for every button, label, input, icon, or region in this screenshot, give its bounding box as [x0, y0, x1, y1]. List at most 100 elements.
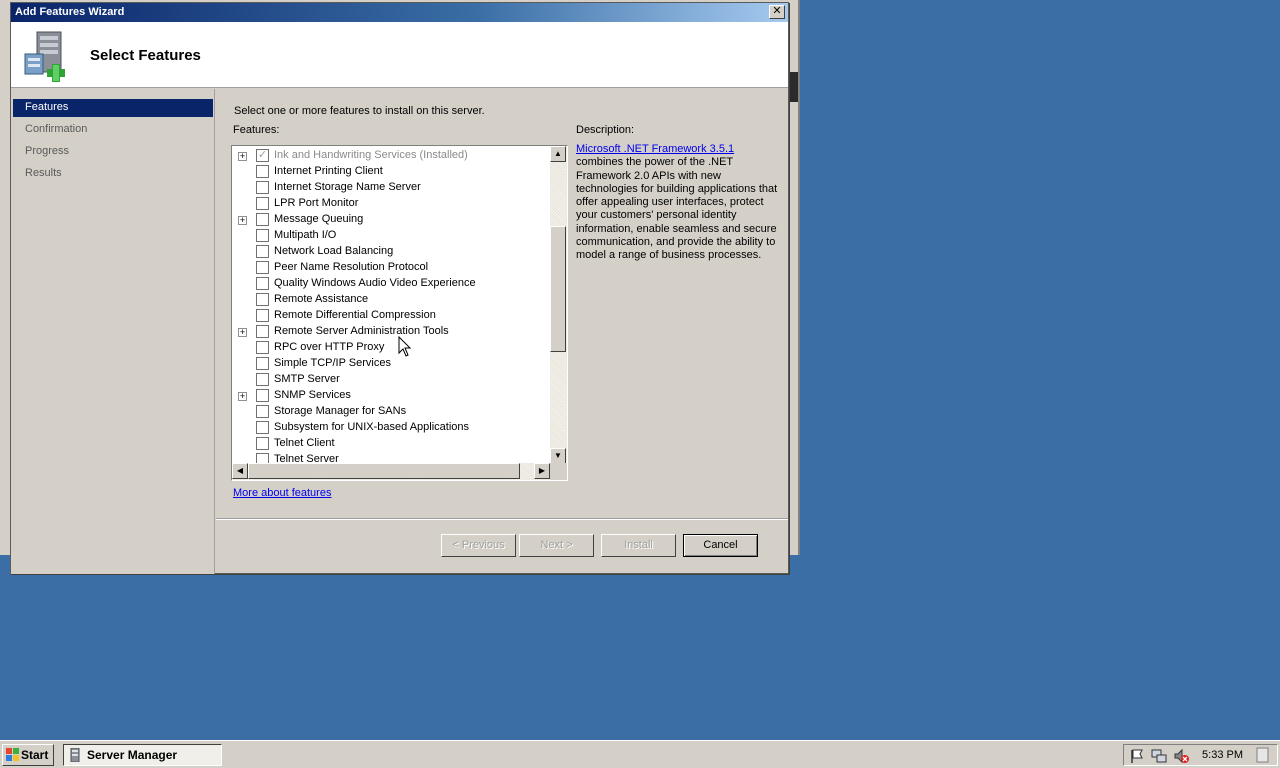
close-button[interactable]: ✕	[769, 5, 785, 19]
nav-item-progress[interactable]: Progress	[13, 143, 213, 161]
feature-row-smtp-server[interactable]: SMTP Server	[232, 372, 552, 388]
features-tree[interactable]: + ✓ Ink and Handwriting Services (Instal…	[231, 145, 568, 481]
feature-row-sua[interactable]: Subsystem for UNIX-based Applications	[232, 420, 552, 436]
title-bar[interactable]: Add Features Wizard ✕	[11, 3, 788, 22]
feature-checkbox[interactable]	[256, 309, 269, 322]
feature-label: Simple TCP/IP Services	[274, 357, 391, 369]
feature-checkbox[interactable]	[256, 325, 269, 338]
feature-row-internet-printing-client[interactable]: Internet Printing Client	[232, 164, 552, 180]
expand-icon[interactable]: +	[238, 392, 247, 401]
feature-label: Message Queuing	[274, 213, 364, 225]
vertical-scrollbar[interactable]: ▲ ▼	[550, 146, 567, 464]
feature-label: Storage Manager for SANs	[274, 405, 407, 417]
feature-label: Quality Windows Audio Video Experience	[274, 277, 476, 289]
feature-label: RPC over HTTP Proxy	[274, 341, 385, 353]
feature-label: Remote Assistance	[274, 293, 369, 305]
windows-logo-icon	[6, 748, 19, 761]
feature-checkbox[interactable]	[256, 437, 269, 450]
scroll-right-icon[interactable]: ▶	[534, 463, 550, 479]
feature-row-multipath-io[interactable]: Multipath I/O	[232, 228, 552, 244]
cancel-button[interactable]: Cancel	[683, 534, 758, 557]
start-label: Start	[21, 748, 49, 762]
previous-button[interactable]: < Previous	[441, 534, 516, 557]
expand-icon[interactable]: +	[238, 216, 247, 225]
feature-checkbox[interactable]: ✓	[256, 149, 269, 162]
page-title: Select Features	[90, 47, 201, 64]
feature-checkbox[interactable]	[256, 181, 269, 194]
network-icon[interactable]	[1151, 748, 1167, 764]
feature-label: Network Load Balancing	[274, 245, 394, 257]
feature-row-pnrp[interactable]: Peer Name Resolution Protocol	[232, 260, 552, 276]
system-clock[interactable]: 5:33 PM	[1202, 749, 1243, 761]
feature-row-message-queuing[interactable]: + Message Queuing	[232, 212, 552, 228]
add-features-wizard: Add Features Wizard ✕ Select Features Fe…	[10, 2, 789, 574]
feature-label: SMTP Server	[274, 373, 340, 385]
feature-label: Peer Name Resolution Protocol	[274, 261, 429, 273]
next-button[interactable]: Next >	[519, 534, 594, 557]
feature-checkbox[interactable]	[256, 357, 269, 370]
feature-checkbox[interactable]	[256, 245, 269, 258]
feature-checkbox[interactable]	[256, 229, 269, 242]
navigation-divider	[214, 89, 215, 574]
feature-checkbox[interactable]	[256, 277, 269, 290]
horizontal-scroll-thumb[interactable]	[248, 463, 520, 479]
feature-row-isns[interactable]: Internet Storage Name Server	[232, 180, 552, 196]
feature-checkbox[interactable]	[256, 373, 269, 386]
scroll-corner	[550, 463, 567, 480]
instruction-text: Select one or more features to install o…	[234, 105, 485, 117]
feature-row-simple-tcpip[interactable]: Simple TCP/IP Services	[232, 356, 552, 372]
nav-item-features[interactable]: Features	[13, 99, 213, 117]
feature-label: Remote Differential Compression	[274, 309, 436, 321]
feature-label: Remote Server Administration Tools	[274, 325, 449, 337]
expand-icon[interactable]: +	[238, 328, 247, 337]
feature-row-rdc[interactable]: Remote Differential Compression	[232, 308, 552, 324]
feature-row-lpr-port-monitor[interactable]: LPR Port Monitor	[232, 196, 552, 212]
wizard-navigation	[11, 89, 215, 574]
scroll-left-icon[interactable]: ◀	[232, 463, 248, 479]
description-label: Description:	[576, 124, 635, 136]
feature-label: Internet Storage Name Server	[274, 181, 421, 193]
feature-label: Telnet Client	[274, 437, 335, 449]
feature-row-network-load-balancing[interactable]: Network Load Balancing	[232, 244, 552, 260]
taskbar-button-server-manager[interactable]: Server Manager	[63, 744, 222, 766]
server-add-icon	[24, 31, 65, 82]
install-button[interactable]: Install	[601, 534, 676, 557]
description-panel: Microsoft .NET Framework 3.5.1 combines …	[576, 143, 781, 263]
vertical-scroll-thumb[interactable]	[550, 226, 566, 352]
volume-muted-icon[interactable]	[1173, 748, 1189, 764]
feature-label: SNMP Services	[274, 389, 351, 401]
feature-row-snmp-services[interactable]: + SNMP Services	[232, 388, 552, 404]
start-button[interactable]: Start	[2, 744, 54, 766]
feature-checkbox[interactable]	[256, 165, 269, 178]
nav-item-confirmation[interactable]: Confirmation	[13, 121, 213, 139]
feature-checkbox[interactable]	[256, 197, 269, 210]
feature-row-rsat[interactable]: + Remote Server Administration Tools	[232, 324, 552, 340]
background-scroll-thumb	[788, 72, 798, 102]
feature-checkbox[interactable]	[256, 405, 269, 418]
server-manager-icon	[70, 748, 80, 762]
scroll-down-icon[interactable]: ▼	[550, 448, 566, 464]
show-desktop-icon[interactable]	[1255, 747, 1271, 763]
description-text: combines the power of the .NET Framework…	[576, 156, 778, 262]
feature-checkbox[interactable]	[256, 341, 269, 354]
feature-row-telnet-client[interactable]: Telnet Client	[232, 436, 552, 452]
expand-icon[interactable]: +	[238, 152, 247, 161]
action-center-flag-icon[interactable]	[1129, 748, 1145, 764]
scroll-up-icon[interactable]: ▲	[550, 146, 566, 162]
mouse-pointer-icon	[398, 336, 412, 357]
feature-checkbox[interactable]	[256, 213, 269, 226]
horizontal-scrollbar[interactable]: ◀ ▶	[232, 463, 550, 480]
feature-row-remote-assistance[interactable]: Remote Assistance	[232, 292, 552, 308]
nav-item-results[interactable]: Results	[13, 165, 213, 183]
feature-checkbox[interactable]	[256, 261, 269, 274]
feature-checkbox[interactable]	[256, 293, 269, 306]
feature-checkbox[interactable]	[256, 421, 269, 434]
feature-row-ink-handwriting[interactable]: + ✓ Ink and Handwriting Services (Instal…	[232, 148, 552, 164]
feature-row-rpc-over-http-proxy[interactable]: RPC over HTTP Proxy	[232, 340, 552, 356]
feature-row-qwave[interactable]: Quality Windows Audio Video Experience	[232, 276, 552, 292]
feature-label: Internet Printing Client	[274, 165, 383, 177]
description-link[interactable]: Microsoft .NET Framework 3.5.1	[576, 143, 734, 155]
more-about-features-link[interactable]: More about features	[233, 487, 331, 499]
feature-checkbox[interactable]	[256, 389, 269, 402]
feature-row-storage-manager-sans[interactable]: Storage Manager for SANs	[232, 404, 552, 420]
